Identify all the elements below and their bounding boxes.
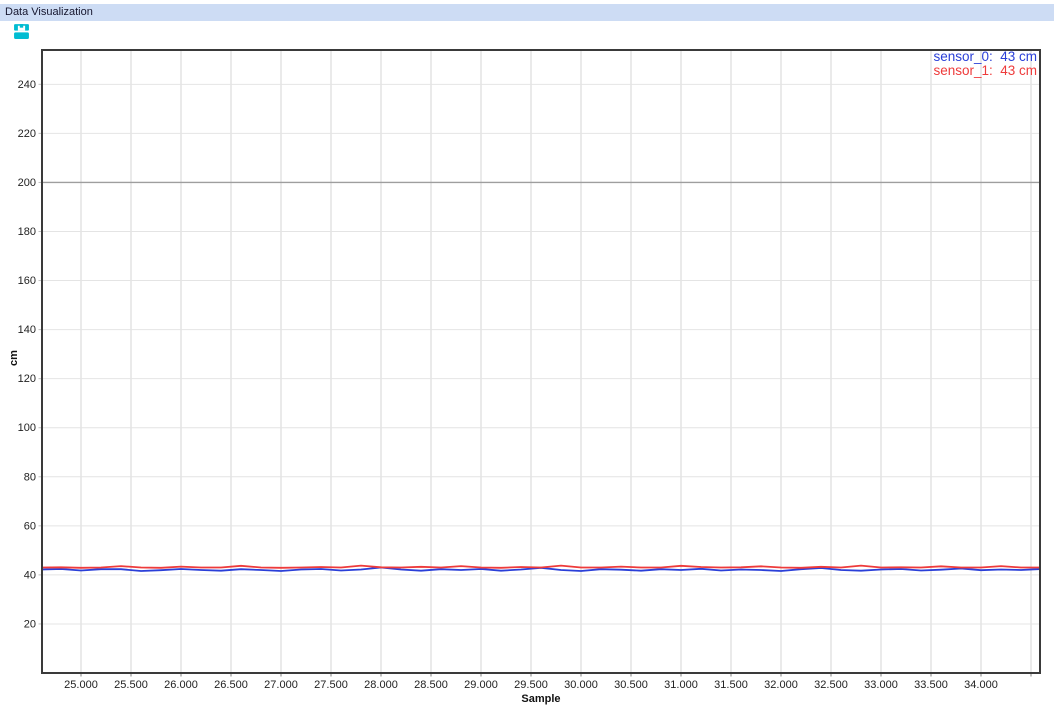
svg-text:28.000: 28.000 bbox=[364, 679, 398, 691]
svg-text:200: 200 bbox=[18, 177, 36, 189]
svg-text:32.000: 32.000 bbox=[764, 679, 798, 691]
svg-text:29.000: 29.000 bbox=[464, 679, 498, 691]
svg-text:27.000: 27.000 bbox=[264, 679, 298, 691]
svg-text:34.000: 34.000 bbox=[964, 679, 998, 691]
svg-text:40: 40 bbox=[24, 569, 36, 581]
legend-sensor-0: sensor_0: 43 cm bbox=[933, 50, 1037, 64]
svg-text:28.500: 28.500 bbox=[414, 679, 448, 691]
svg-text:31.000: 31.000 bbox=[664, 679, 698, 691]
svg-text:26.000: 26.000 bbox=[164, 679, 198, 691]
svg-text:26.500: 26.500 bbox=[214, 679, 248, 691]
svg-text:140: 140 bbox=[18, 324, 36, 336]
svg-text:240: 240 bbox=[18, 79, 36, 91]
chart-legend: sensor_0: 43 cm sensor_1: 43 cm bbox=[933, 50, 1037, 78]
save-button[interactable] bbox=[11, 23, 31, 43]
line-chart: 25.000 25.500 26.000 26.500 27.000 27.500 28.0… bbox=[0, 0, 1054, 720]
svg-text:32.500: 32.500 bbox=[814, 679, 848, 691]
svg-text:25.500: 25.500 bbox=[114, 679, 148, 691]
svg-text:100: 100 bbox=[18, 422, 36, 434]
svg-text:33.500: 33.500 bbox=[914, 679, 948, 691]
svg-text:33.000: 33.000 bbox=[864, 679, 898, 691]
svg-text:29.500: 29.500 bbox=[514, 679, 548, 691]
y-axis-title: cm bbox=[4, 348, 24, 368]
svg-text:30.000: 30.000 bbox=[564, 679, 598, 691]
svg-text:80: 80 bbox=[24, 471, 36, 483]
svg-text:180: 180 bbox=[18, 226, 36, 238]
svg-text:120: 120 bbox=[18, 373, 36, 385]
svg-text:160: 160 bbox=[18, 275, 36, 287]
svg-text:25.000: 25.000 bbox=[64, 679, 98, 691]
window-title: Data Visualization bbox=[0, 4, 1054, 20]
svg-text:20: 20 bbox=[24, 618, 36, 630]
window-title-bar: Data Visualization bbox=[0, 4, 1054, 21]
save-icon bbox=[13, 23, 30, 40]
svg-text:220: 220 bbox=[18, 128, 36, 140]
svg-text:31.500: 31.500 bbox=[714, 679, 748, 691]
svg-text:60: 60 bbox=[24, 520, 36, 532]
svg-text:30.500: 30.500 bbox=[614, 679, 648, 691]
x-axis-title: Sample bbox=[42, 693, 1040, 705]
svg-text:27.500: 27.500 bbox=[314, 679, 348, 691]
legend-sensor-1: sensor_1: 43 cm bbox=[933, 64, 1037, 78]
